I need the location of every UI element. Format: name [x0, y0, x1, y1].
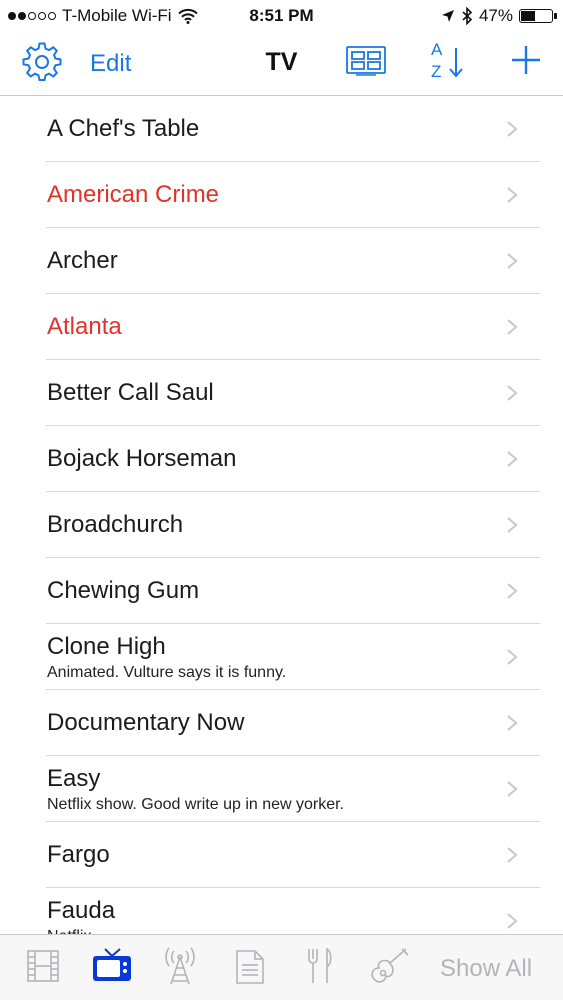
list-item-note: Animated. Vulture says it is funny.	[47, 664, 287, 681]
status-bar: T-Mobile Wi-Fi 8:51 PM 47%	[0, 0, 563, 32]
chevron-right-icon	[507, 649, 518, 665]
list-item[interactable]: Archer	[46, 228, 540, 294]
chevron-right-icon	[507, 847, 518, 863]
list-item[interactable]: Documentary Now	[46, 690, 540, 756]
chevron-right-icon	[507, 385, 518, 401]
battery-percent: 47%	[478, 6, 513, 25]
list-item[interactable]: Better Call Saul	[46, 360, 540, 426]
grid-view-icon[interactable]	[346, 46, 386, 76]
chevron-right-icon	[507, 451, 518, 467]
list-item[interactable]: Fargo	[46, 822, 540, 888]
tab-music[interactable]	[368, 947, 410, 985]
chevron-right-icon	[507, 583, 518, 599]
sort-down-arrow-icon	[449, 48, 463, 78]
tab-radio[interactable]	[163, 947, 197, 985]
tv-icon	[93, 948, 131, 981]
document-icon	[236, 950, 264, 984]
add-icon[interactable]	[510, 44, 542, 76]
list-item[interactable]: Easy Netflix show. Good write up in new y…	[46, 756, 540, 822]
list-item-title: Broadchurch	[47, 511, 184, 538]
list-item[interactable]: Chewing Gum	[46, 558, 540, 624]
list-item[interactable]: Broadchurch	[46, 492, 540, 558]
tab-tv[interactable]	[92, 947, 132, 983]
list-item[interactable]: Clone High Animated. Vulture says it is f…	[46, 624, 540, 690]
chevron-right-icon	[507, 121, 518, 137]
battery-icon	[519, 9, 557, 23]
tab-books[interactable]	[235, 949, 265, 985]
list-item-title: American Crime	[47, 181, 220, 208]
chevron-right-icon	[507, 781, 518, 797]
settings-gear-icon[interactable]	[22, 42, 62, 82]
list-item-title: Better Call Saul	[47, 379, 214, 406]
show-list: A Chef's Table American Crime Archer Atlant…	[0, 96, 563, 934]
list-item-title: A Chef's Table	[47, 115, 200, 142]
chevron-right-icon	[507, 517, 518, 533]
list-item-title: Archer	[47, 247, 118, 274]
guitar-icon	[371, 948, 409, 983]
list-item-title: Easy	[47, 765, 101, 792]
list-item-title: Fauda	[47, 897, 116, 924]
list-item[interactable]: Atlanta	[46, 294, 540, 360]
list-item-title: Clone High	[47, 633, 166, 660]
chevron-right-icon	[507, 187, 518, 203]
list-item-note: Netflix show. Good write up in new yorke…	[47, 796, 345, 813]
film-icon	[27, 950, 59, 982]
sort-label-a: A	[431, 40, 443, 59]
chevron-right-icon	[507, 913, 518, 929]
list-item-title: Bojack Horseman	[47, 445, 237, 472]
sort-az-button[interactable]: A Z	[428, 40, 472, 84]
tab-restaurants[interactable]	[305, 947, 335, 985]
radio-tower-icon	[165, 947, 195, 985]
tab-bar: Show All	[0, 934, 563, 1000]
tab-movies[interactable]	[26, 949, 60, 983]
sort-label-z: Z	[431, 62, 442, 81]
navigation-bar: Edit TV A Z	[0, 32, 563, 96]
status-right: 47%	[441, 6, 557, 26]
chevron-right-icon	[507, 253, 518, 269]
list-item-title: Fargo	[47, 841, 110, 868]
list-item-title: Atlanta	[47, 313, 122, 340]
list-item[interactable]: Bojack Horseman	[46, 426, 540, 492]
list-item[interactable]: A Chef's Table	[46, 96, 540, 162]
page-title: TV	[265, 48, 298, 76]
edit-button[interactable]: Edit	[90, 50, 131, 78]
show-all-button[interactable]: Show All	[440, 955, 532, 983]
list-item-title: Documentary Now	[47, 709, 245, 736]
location-arrow-icon	[441, 10, 454, 22]
chevron-right-icon	[507, 319, 518, 335]
bluetooth-icon	[462, 7, 473, 25]
list-item-title: Chewing Gum	[47, 577, 200, 604]
list-item[interactable]: American Crime	[46, 162, 540, 228]
fork-knife-icon	[308, 947, 332, 983]
list-item[interactable]: FaudaNetflix	[46, 888, 540, 934]
chevron-right-icon	[507, 715, 518, 731]
